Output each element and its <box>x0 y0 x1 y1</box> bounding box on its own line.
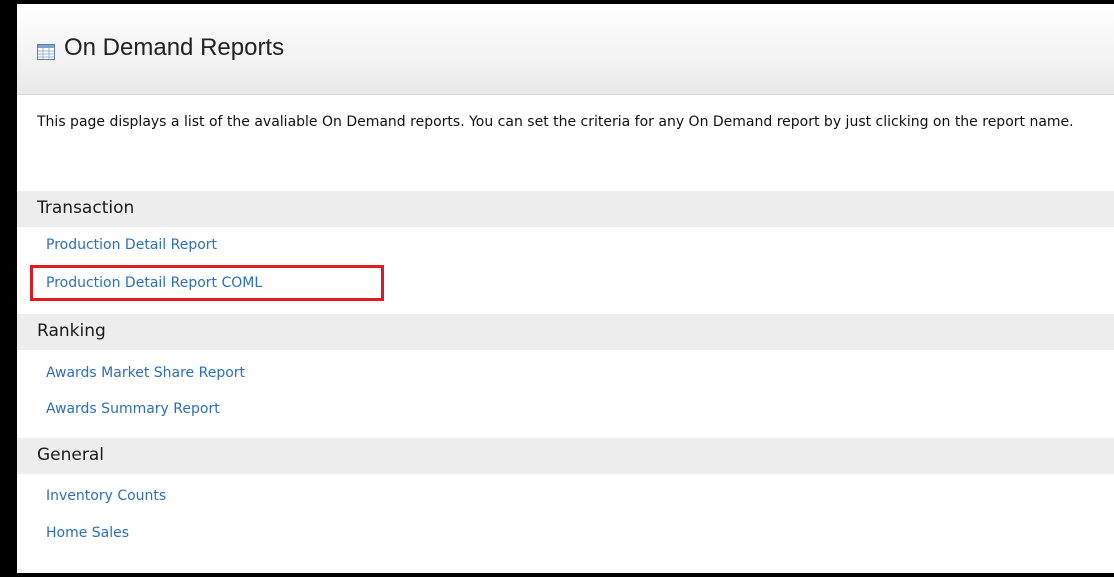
report-link-home-sales[interactable]: Home Sales <box>46 525 129 541</box>
report-link-production-detail[interactable]: Production Detail Report <box>46 237 217 253</box>
report-link-inventory-counts[interactable]: Inventory Counts <box>46 488 166 504</box>
section-heading: General <box>37 445 104 465</box>
report-link-awards-market-share[interactable]: Awards Market Share Report <box>46 365 245 381</box>
section-header-general: General <box>17 438 1114 474</box>
reports-panel: On Demand Reports This page displays a l… <box>17 4 1114 573</box>
page-description: This page displays a list of the avaliab… <box>37 114 1074 130</box>
section-heading: Transaction <box>37 198 135 218</box>
report-link-awards-summary[interactable]: Awards Summary Report <box>46 401 220 417</box>
section-heading: Ranking <box>37 321 106 341</box>
page-title: On Demand Reports <box>64 34 285 61</box>
section-header-transaction: Transaction <box>17 191 1114 227</box>
highlight-box <box>30 265 384 301</box>
report-table-icon <box>37 44 55 60</box>
section-header-ranking: Ranking <box>17 314 1114 350</box>
page-header: On Demand Reports <box>17 4 1114 95</box>
